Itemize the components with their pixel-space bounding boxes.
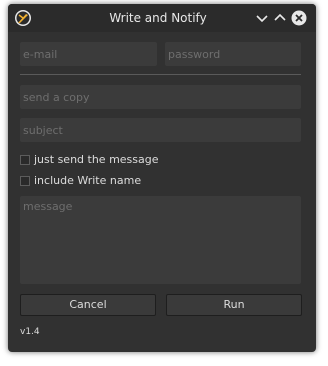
write-and-notify-window: Write and Notify just send the message i…	[8, 4, 316, 352]
maximize-chevron-up-icon[interactable]	[272, 10, 288, 26]
title-bar[interactable]: Write and Notify	[8, 4, 316, 32]
cancel-button[interactable]: Cancel	[20, 294, 156, 316]
separator	[20, 74, 301, 75]
subject-field[interactable]	[20, 118, 301, 142]
include-name-label: include Write name	[34, 174, 142, 187]
email-field[interactable]	[20, 42, 157, 66]
just-send-label: just send the message	[34, 153, 159, 166]
window-title: Write and Notify	[109, 11, 207, 25]
just-send-checkbox[interactable]	[20, 155, 30, 165]
version-label: v1.4	[20, 327, 40, 337]
send-copy-field[interactable]	[20, 85, 301, 109]
app-quill-icon	[14, 9, 32, 27]
password-field[interactable]	[165, 42, 301, 66]
message-field[interactable]	[20, 196, 301, 284]
minimize-chevron-down-icon[interactable]	[254, 10, 270, 26]
include-name-checkbox[interactable]	[20, 176, 30, 186]
run-button[interactable]: Run	[166, 294, 302, 316]
close-icon[interactable]	[291, 10, 307, 26]
